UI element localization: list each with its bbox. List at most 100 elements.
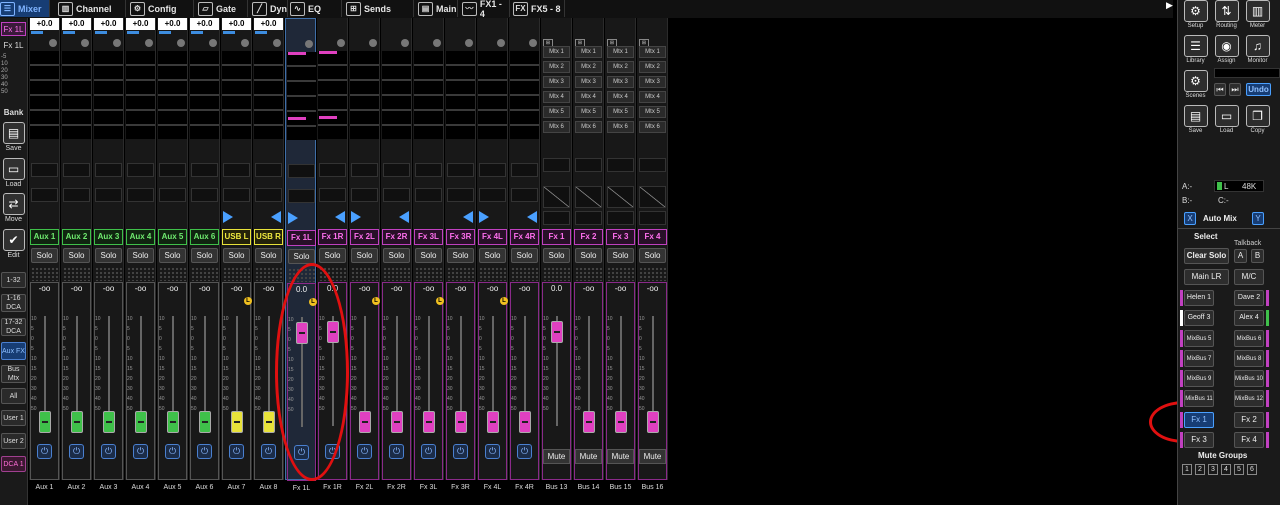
clear-solo-button[interactable]: Clear Solo [1184, 248, 1229, 264]
power-icon[interactable]: ⏻ [69, 444, 84, 459]
arrow-left-icon[interactable] [399, 211, 409, 223]
select-geoff-button[interactable]: Geoff 3 [1184, 310, 1214, 326]
arrow-left-icon[interactable] [271, 211, 281, 223]
phase-icon[interactable] [177, 39, 185, 47]
gain-value[interactable]: +0.0 [254, 18, 283, 30]
tab-main[interactable]: ▤ Main [418, 0, 458, 17]
arrow-right-icon[interactable] [288, 212, 298, 224]
mute-button[interactable]: Mute [607, 449, 634, 464]
tab-eq[interactable]: ∿ EQ [290, 0, 342, 17]
channel-name[interactable]: Fx 4L [478, 229, 507, 245]
select-mixbus-button[interactable]: MixBus 12 [1234, 390, 1264, 407]
channel-name[interactable]: Fx 4R [510, 229, 539, 245]
automix-y-button[interactable]: Y [1252, 212, 1264, 225]
matrix-send[interactable]: Mtx 4 [543, 91, 570, 103]
gain-value[interactable]: +0.0 [158, 18, 187, 30]
gain-value[interactable]: +0.0 [222, 18, 251, 30]
main-lr-button[interactable]: Main LR [1184, 269, 1229, 285]
power-icon[interactable]: ⏻ [101, 444, 116, 459]
scene-save-button[interactable]: ▤ Save [1182, 105, 1209, 134]
channel-name[interactable]: Aux 1 [30, 229, 59, 245]
solo-button[interactable]: Solo [255, 248, 282, 263]
select-mixbus-button[interactable]: MixBus 10 [1234, 370, 1264, 387]
bank-all[interactable]: All [1, 388, 26, 404]
channel-name[interactable]: Aux 4 [126, 229, 155, 245]
channel-name[interactable]: Fx 3L [414, 229, 443, 245]
matrix-send[interactable]: Mtx 5 [607, 106, 634, 118]
power-icon[interactable]: ⏻ [229, 444, 244, 459]
fader-knob[interactable] [359, 411, 371, 433]
solo-button[interactable]: Solo [575, 248, 602, 263]
undo-button[interactable]: Undo [1246, 83, 1271, 96]
matrix-send[interactable]: Mtx 2 [575, 61, 602, 73]
solo-button[interactable]: Solo [159, 248, 186, 263]
matrix-send[interactable]: Mtx 3 [639, 76, 666, 88]
solo-button[interactable]: Solo [31, 248, 58, 263]
solo-button[interactable]: Solo [415, 248, 442, 263]
library-button[interactable]: ☰ Library [1182, 35, 1209, 64]
mute-group-button[interactable]: 2 [1195, 464, 1205, 475]
select-mixbus-button[interactable]: MixBus 7 [1184, 350, 1214, 367]
solo-button[interactable]: Solo [288, 249, 315, 264]
channel-name[interactable]: Aux 6 [190, 229, 219, 245]
solo-button[interactable]: Solo [607, 248, 634, 263]
solo-button[interactable]: Solo [223, 248, 250, 263]
solo-button[interactable]: Solo [639, 248, 666, 263]
phase-icon[interactable] [465, 39, 473, 47]
mute-group-button[interactable]: 4 [1221, 464, 1231, 475]
gain-value[interactable]: +0.0 [190, 18, 219, 30]
routing-button[interactable]: ⇅ Routing [1213, 0, 1240, 29]
power-icon[interactable]: ⏻ [357, 444, 372, 459]
phase-icon[interactable] [433, 39, 441, 47]
arrow-left-icon[interactable] [463, 211, 473, 223]
bank-1-32[interactable]: 1-32 [1, 272, 26, 288]
monitor-button[interactable]: ♫ Monitor [1244, 35, 1271, 64]
fader-knob[interactable] [231, 411, 243, 433]
gain-value[interactable]: +0.0 [62, 18, 91, 30]
solo-button[interactable]: Solo [127, 248, 154, 263]
channel-name[interactable]: Fx 1R [318, 229, 347, 245]
scenes-button[interactable]: ⚙ Scenes [1182, 70, 1209, 99]
power-icon[interactable]: ⏻ [517, 444, 532, 459]
mute-button[interactable]: Mute [543, 449, 570, 464]
load-button[interactable]: ▭ Load [0, 158, 27, 188]
mc-button[interactable]: M/C [1234, 269, 1264, 285]
channel-name[interactable]: USB L [222, 229, 251, 245]
fader-knob[interactable] [615, 411, 627, 433]
fader-knob[interactable] [487, 411, 499, 433]
phase-icon[interactable] [529, 39, 537, 47]
gain-value[interactable]: +0.0 [94, 18, 123, 30]
select-fx2-button[interactable]: Fx 2 [1234, 412, 1264, 428]
channel-name[interactable]: Fx 2R [382, 229, 411, 245]
selected-channel-badge[interactable]: Fx 1L [1, 22, 26, 36]
solo-button[interactable]: Solo [351, 248, 378, 263]
matrix-send[interactable]: Mtx 2 [639, 61, 666, 73]
mute-button[interactable]: Mute [639, 449, 666, 464]
meter-button[interactable]: ▥ Meter [1244, 0, 1271, 29]
assign-button[interactable]: ◉ Assign [1213, 35, 1240, 64]
solo-button[interactable]: Solo [511, 248, 538, 263]
power-icon[interactable]: ⏻ [261, 444, 276, 459]
bank-dca-1[interactable]: DCA 1 [1, 456, 26, 472]
matrix-send[interactable]: Mtx 1 [575, 46, 602, 58]
power-icon[interactable]: ⏻ [389, 444, 404, 459]
arrow-right-icon[interactable] [223, 211, 233, 223]
matrix-send[interactable]: Mtx 3 [543, 76, 570, 88]
bank-1-16-dca[interactable]: 1-16 DCA [1, 294, 26, 312]
fader-knob[interactable] [39, 411, 51, 433]
edit-button[interactable]: ✔ Edit [0, 229, 27, 259]
move-button[interactable]: ⇄ Move [0, 193, 27, 223]
tab-dyn[interactable]: ╱ Dyn [252, 0, 288, 17]
solo-button[interactable]: Solo [319, 248, 346, 263]
channel-name[interactable]: Fx 3R [446, 229, 475, 245]
channel-name[interactable]: Fx 2L [350, 229, 379, 245]
select-mixbus-button[interactable]: MixBus 8 [1234, 350, 1264, 367]
arrow-left-icon[interactable] [527, 211, 537, 223]
matrix-send[interactable]: Mtx 4 [575, 91, 602, 103]
solo-button[interactable]: Solo [447, 248, 474, 263]
fader-knob[interactable] [423, 411, 435, 433]
phase-icon[interactable] [81, 39, 89, 47]
channel-name[interactable]: Fx 4 [638, 229, 667, 245]
solo-button[interactable]: Solo [63, 248, 90, 263]
phase-icon[interactable] [401, 39, 409, 47]
